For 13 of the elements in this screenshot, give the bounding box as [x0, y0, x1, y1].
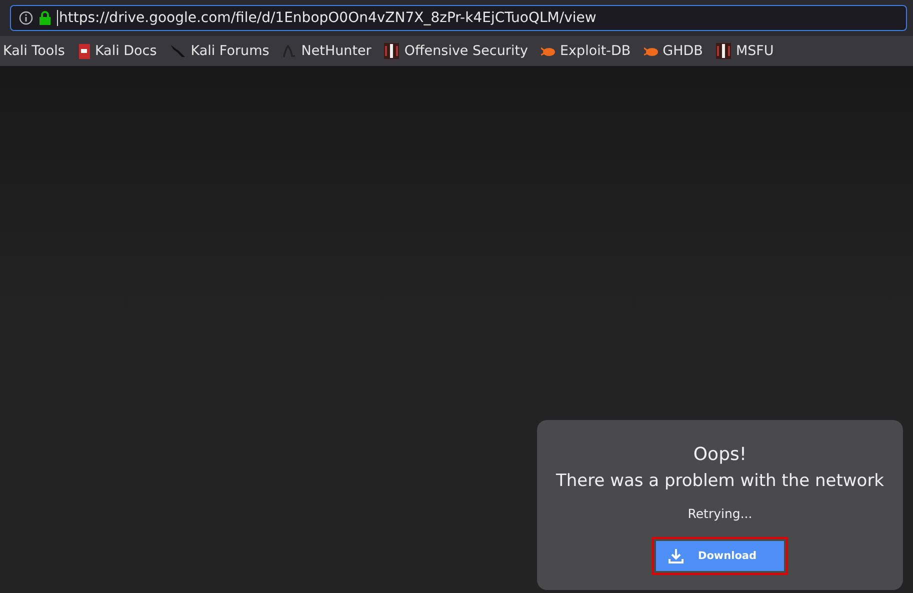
bookmark-link[interactable]: Exploit-DB	[540, 43, 631, 59]
url-text: https://drive.google.com/file/d/1EnbopO0On4vZN7X_8zPr-k4EjCTuoQLM/view	[57, 10, 596, 26]
address-bar[interactable]: https://drive.google.com/file/d/1EnbopO0On4vZN7X_8zPr-k4EjCTuoQLM/view	[10, 5, 907, 31]
bookmark-link[interactable]: Offensive Security	[384, 43, 528, 59]
bookmark-link[interactable]: GHDB	[644, 43, 703, 59]
bookmark-link[interactable]: Kali Tools	[3, 43, 65, 59]
status-text: Retrying...	[688, 506, 752, 521]
error-title: Oops!	[693, 443, 747, 467]
bookmark-link[interactable]: Kali Forums	[170, 43, 270, 59]
bookmark-link[interactable]: NetHunter	[282, 43, 372, 59]
bookmark-link[interactable]: MSFU	[716, 43, 774, 59]
error-message: There was a problem with the network	[556, 470, 884, 493]
bookmark-link[interactable]: Kali Docs	[78, 43, 157, 59]
